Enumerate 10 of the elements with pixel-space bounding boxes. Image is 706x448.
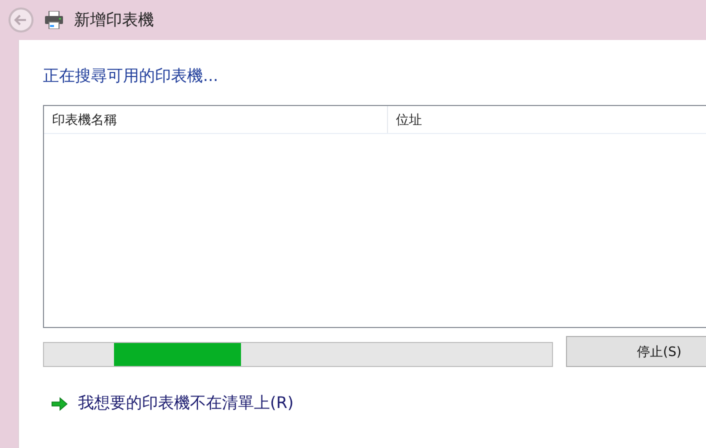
printer-list[interactable]: 印表機名稱 位址 (43, 105, 706, 328)
back-button[interactable] (8, 7, 34, 33)
printer-not-listed-link[interactable]: 我想要的印表機不在清單上(R) (78, 393, 294, 414)
stop-button[interactable]: 停止(S) (566, 336, 706, 367)
window-title: 新增印表機 (74, 10, 154, 30)
column-header[interactable]: 位址 (388, 106, 706, 133)
column-header[interactable]: 印表機名稱 (44, 106, 388, 133)
printer-icon (44, 11, 64, 29)
arrow-icon (51, 396, 68, 410)
status-heading: 正在搜尋可用的印表機... (43, 65, 220, 87)
